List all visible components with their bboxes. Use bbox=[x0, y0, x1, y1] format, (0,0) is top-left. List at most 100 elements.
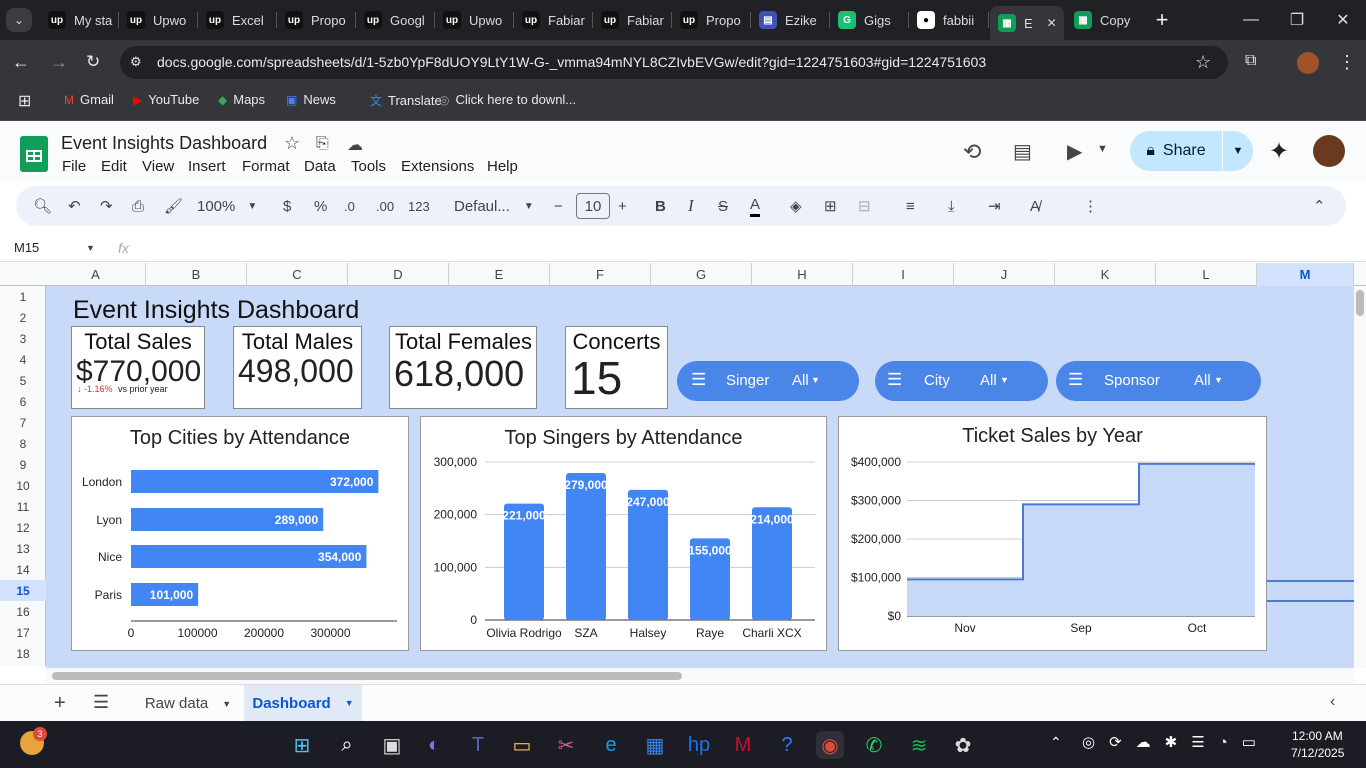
browser-tab[interactable]: up Googl bbox=[356, 6, 435, 34]
row-header[interactable]: 16 bbox=[0, 601, 46, 622]
bookmark-item[interactable]: ▶ YouTube bbox=[133, 92, 199, 107]
menu-edit[interactable]: Edit bbox=[101, 158, 127, 175]
column-header-i[interactable]: I bbox=[853, 263, 954, 286]
redo-icon[interactable]: ↷ bbox=[100, 195, 113, 217]
browser-tab[interactable]: up Upwo bbox=[119, 6, 198, 34]
reload-icon[interactable]: ↻ bbox=[86, 52, 100, 72]
column-header-a[interactable]: A bbox=[46, 263, 146, 286]
column-header-m[interactable]: M bbox=[1257, 263, 1354, 286]
url-text[interactable]: docs.google.com/spreadsheets/d/1-5zb0YpF… bbox=[157, 54, 986, 70]
browser-tab[interactable]: ▦ Copy bbox=[1066, 6, 1144, 34]
teams-icon[interactable]: T bbox=[464, 731, 492, 759]
row-header[interactable]: 15 bbox=[0, 580, 46, 601]
tab-search-button[interactable]: ⌄ bbox=[6, 8, 32, 32]
menu-insert[interactable]: Insert bbox=[188, 158, 226, 175]
row-header[interactable]: 17 bbox=[0, 622, 46, 643]
column-header-j[interactable]: J bbox=[954, 263, 1055, 286]
text-color-button[interactable]: A bbox=[750, 195, 761, 217]
row-header[interactable]: 2 bbox=[0, 307, 46, 328]
row-header[interactable]: 11 bbox=[0, 496, 46, 517]
whatsapp-icon[interactable]: ✆ bbox=[860, 731, 888, 759]
font-size-input[interactable]: 10 bbox=[576, 193, 610, 219]
column-header-f[interactable]: F bbox=[550, 263, 651, 286]
increase-decimal-button[interactable]: .00 bbox=[376, 195, 394, 217]
menu-extensions[interactable]: Extensions bbox=[401, 158, 474, 175]
close-tab-icon[interactable]: ✕ bbox=[1047, 16, 1057, 30]
edge-icon[interactable]: e bbox=[597, 731, 625, 759]
slicer-sponsor[interactable]: ☰ Sponsor All ▼ bbox=[1056, 361, 1261, 401]
search-menus-icon[interactable]: 🔍︎ bbox=[33, 195, 52, 217]
row-header[interactable]: 7 bbox=[0, 412, 46, 433]
sheet-tab-raw-data[interactable]: Raw data ▼ bbox=[132, 686, 244, 721]
share-button[interactable]: 🔒︎ Share bbox=[1130, 131, 1222, 171]
menu-tools[interactable]: Tools bbox=[351, 158, 386, 175]
decrease-decimal-button[interactable]: .0 bbox=[344, 195, 355, 217]
more-toolbar-icon[interactable]: ⋮ bbox=[1083, 195, 1098, 217]
file-explorer-icon[interactable]: ▭ bbox=[508, 731, 536, 759]
move-folder-icon[interactable]: ⎘ bbox=[316, 135, 329, 153]
browser-tab[interactable]: up Fabiar bbox=[593, 6, 672, 34]
clock-date[interactable]: 7/12/2025 bbox=[1291, 746, 1344, 760]
row-header[interactable]: 5 bbox=[0, 370, 46, 391]
chart-ticket-sales[interactable]: Ticket Sales by Year $0 $100,000 $200,000 $… bbox=[838, 416, 1267, 651]
row-header[interactable]: 12 bbox=[0, 517, 46, 538]
bold-button[interactable]: B bbox=[655, 195, 666, 217]
browser-tab[interactable]: G Gigs bbox=[830, 6, 909, 34]
column-header-h[interactable]: H bbox=[752, 263, 853, 286]
browser-tab[interactable]: up Upwo bbox=[435, 6, 514, 34]
sheets-logo-icon[interactable] bbox=[20, 136, 48, 172]
bookmark-item[interactable]: M Gmail bbox=[64, 92, 114, 107]
font-size-increase-icon[interactable]: + bbox=[618, 195, 627, 217]
column-header-d[interactable]: D bbox=[348, 263, 449, 286]
extensions-icon[interactable]: ⧉ bbox=[1245, 52, 1256, 70]
undo-icon[interactable]: ↶ bbox=[68, 195, 81, 217]
row-header[interactable]: 4 bbox=[0, 349, 46, 370]
comments-icon[interactable]: ▤ bbox=[1013, 139, 1032, 164]
new-tab-button[interactable]: + bbox=[1150, 6, 1174, 34]
chatgpt-icon[interactable]: ✿ bbox=[949, 731, 977, 759]
task-view-icon[interactable]: ▣ bbox=[378, 731, 406, 759]
browser-tab[interactable]: up My sta bbox=[40, 6, 119, 34]
browser-tab[interactable]: ▤ Ezike bbox=[751, 6, 830, 34]
column-header-g[interactable]: G bbox=[651, 263, 752, 286]
slicer-singer[interactable]: ☰ Singer All ▼ bbox=[677, 361, 859, 401]
menu-data[interactable]: Data bbox=[304, 158, 336, 175]
account-avatar[interactable] bbox=[1313, 135, 1345, 167]
bookmark-item[interactable]: ▣ News bbox=[286, 92, 336, 107]
spotify-icon[interactable]: ≋ bbox=[905, 731, 933, 759]
row-header[interactable]: 18 bbox=[0, 643, 46, 664]
back-icon[interactable]: ← bbox=[12, 52, 30, 73]
add-sheet-icon[interactable]: + bbox=[54, 692, 66, 715]
bar[interactable] bbox=[566, 473, 606, 620]
bar[interactable] bbox=[628, 489, 668, 620]
zoom-select[interactable]: 100% ▼ bbox=[197, 195, 257, 217]
chevron-down-icon[interactable]: ▼ bbox=[86, 243, 95, 253]
star-icon[interactable]: ☆ bbox=[284, 133, 300, 154]
collapse-toolbar-icon[interactable]: ⌃ bbox=[1313, 195, 1326, 217]
browser-tab[interactable]: up Propo bbox=[277, 6, 356, 34]
row-header[interactable]: 9 bbox=[0, 454, 46, 475]
row-header[interactable]: 13 bbox=[0, 538, 46, 559]
profile-avatar[interactable] bbox=[1297, 52, 1319, 74]
column-header-e[interactable]: E bbox=[449, 263, 550, 286]
close-window-button[interactable]: ✕ bbox=[1320, 0, 1366, 40]
meet-dropdown-icon[interactable]: ▼ bbox=[1097, 143, 1108, 155]
start-icon[interactable]: ⊞ bbox=[288, 731, 316, 759]
row-header[interactable]: 14 bbox=[0, 559, 46, 580]
bookmark-item[interactable]: ◎ Click here to downl... bbox=[439, 92, 576, 107]
snipping-tool-icon[interactable]: ✂ bbox=[552, 731, 580, 759]
percent-format-button[interactable]: % bbox=[314, 195, 327, 217]
browser-tab[interactable]: ▦ E ✕ bbox=[990, 6, 1064, 40]
forward-icon[interactable]: → bbox=[50, 52, 68, 73]
browser-tab[interactable]: up Fabiar bbox=[514, 6, 593, 34]
chrome-icon[interactable]: ◉ bbox=[816, 731, 844, 759]
minimize-button[interactable]: — bbox=[1228, 0, 1274, 40]
browser-menu-icon[interactable]: ⋮ bbox=[1338, 52, 1356, 73]
help-icon[interactable]: ? bbox=[773, 731, 801, 759]
print-icon[interactable]: ⎙ bbox=[132, 195, 144, 217]
tray-chevron-icon[interactable]: ⌃ bbox=[1050, 734, 1062, 751]
menu-format[interactable]: Format bbox=[242, 158, 290, 175]
fill-color-icon[interactable]: ◈ bbox=[790, 195, 802, 217]
text-rotate-icon[interactable]: A̸ bbox=[1030, 195, 1040, 217]
copilot-icon[interactable]: ◐ bbox=[420, 731, 448, 759]
